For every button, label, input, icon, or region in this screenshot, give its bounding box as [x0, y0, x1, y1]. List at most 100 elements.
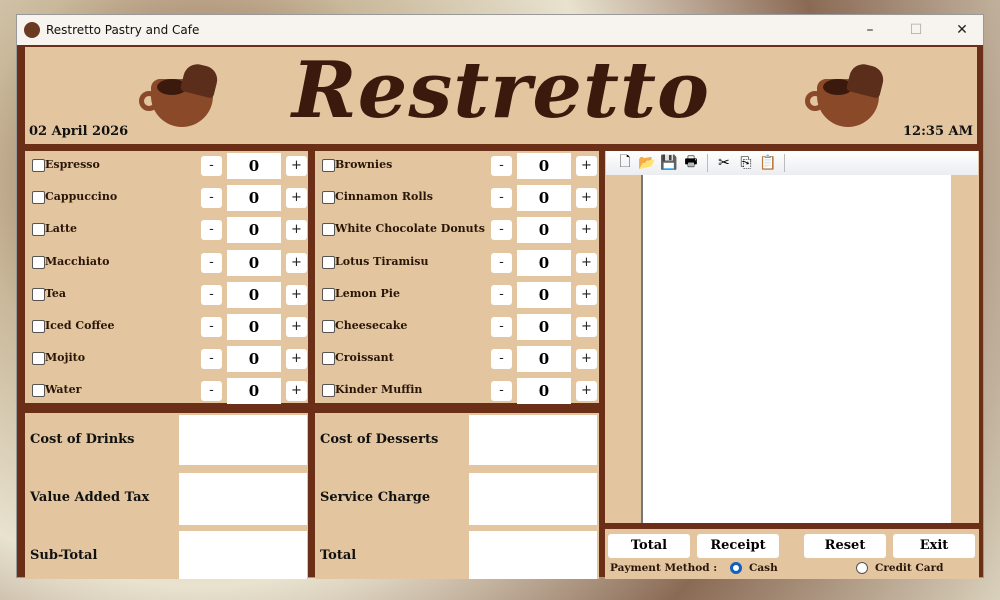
cash-radio[interactable]	[730, 562, 742, 574]
increment-button[interactable]: +	[576, 381, 597, 402]
desserts-item-row: Cinnamon Rolls -0 +	[315, 185, 599, 212]
drinks-item-checkbox[interactable]	[32, 287, 45, 301]
desserts-item-checkbox[interactable]	[322, 159, 335, 172]
increment-button[interactable]: +	[286, 349, 307, 370]
app-window: Restretto Pastry and Cafe – ☐ ✕ Restrett…	[16, 14, 985, 579]
decrement-button[interactable]: -	[491, 284, 512, 305]
desserts-item-checkbox[interactable]	[322, 352, 335, 366]
drinks-item-checkbox[interactable]	[32, 352, 45, 366]
quantity-field[interactable]: 0	[517, 314, 571, 340]
quantity-field[interactable]: 0	[517, 378, 571, 405]
decrement-button[interactable]: -	[201, 188, 222, 209]
quantity-field[interactable]: 0	[227, 346, 281, 373]
open-icon[interactable]: 📂	[638, 154, 656, 172]
minimize-button[interactable]: –	[847, 15, 893, 45]
quantity-field[interactable]: 0	[227, 217, 281, 244]
drinks-item-row: Tea -0 +	[25, 281, 308, 308]
desserts-item-row: Kinder Muffin -0 +	[315, 378, 599, 405]
close-button[interactable]: ✕	[939, 15, 985, 45]
drinks-item-checkbox[interactable]	[32, 159, 45, 172]
decrement-button[interactable]: -	[201, 156, 222, 176]
paste-icon[interactable]: 📋	[759, 154, 777, 172]
decrement-button[interactable]: -	[201, 381, 222, 402]
copy-icon[interactable]: ⎘	[737, 154, 755, 172]
desserts-item-checkbox[interactable]	[322, 255, 335, 269]
decrement-button[interactable]: -	[491, 349, 512, 370]
decrement-button[interactable]: -	[201, 349, 222, 370]
decrement-button[interactable]: -	[491, 317, 512, 337]
drinks-item-checkbox[interactable]	[32, 255, 45, 269]
desserts-item-row: Cheesecake -0 +	[315, 314, 599, 340]
decrement-button[interactable]: -	[491, 188, 512, 209]
increment-button[interactable]: +	[576, 156, 597, 176]
increment-button[interactable]: +	[576, 317, 597, 337]
decrement-button[interactable]: -	[201, 284, 222, 305]
desserts-item-checkbox[interactable]	[322, 320, 335, 333]
desserts-item-label: Lemon Pie	[335, 286, 400, 300]
receipt-textarea[interactable]	[641, 175, 951, 523]
decrement-button[interactable]: -	[491, 381, 512, 402]
toolbar-separator	[707, 154, 708, 172]
drinks-item-checkbox[interactable]	[32, 223, 45, 237]
increment-button[interactable]: +	[286, 156, 307, 176]
increment-button[interactable]: +	[286, 220, 307, 241]
receipt-button[interactable]: Receipt	[697, 534, 779, 558]
maximize-button[interactable]: ☐	[893, 15, 939, 45]
decrement-button[interactable]: -	[491, 220, 512, 241]
quantity-field[interactable]: 0	[517, 217, 571, 244]
drinks-item-checkbox[interactable]	[32, 191, 45, 205]
drinks-item-label: Macchiato	[45, 254, 110, 268]
increment-button[interactable]: +	[576, 284, 597, 305]
quantity-field[interactable]: 0	[517, 153, 571, 179]
increment-button[interactable]: +	[286, 381, 307, 402]
quantity-field[interactable]: 0	[227, 378, 281, 405]
quantity-field[interactable]: 0	[517, 346, 571, 373]
decrement-button[interactable]: -	[201, 252, 222, 273]
drinks-item-checkbox[interactable]	[32, 320, 45, 333]
decrement-button[interactable]: -	[201, 220, 222, 241]
drinks-item-checkbox[interactable]	[32, 384, 45, 398]
cost-value-field	[469, 473, 597, 525]
decrement-button[interactable]: -	[491, 156, 512, 176]
cut-icon[interactable]: ✂	[715, 154, 733, 172]
desserts-item-checkbox[interactable]	[322, 191, 335, 205]
increment-button[interactable]: +	[286, 317, 307, 337]
desserts-item-checkbox[interactable]	[322, 223, 335, 237]
drinks-item-label: Iced Coffee	[45, 319, 115, 332]
quantity-field[interactable]: 0	[227, 153, 281, 179]
increment-button[interactable]: +	[576, 349, 597, 370]
cost-value-field	[179, 531, 307, 579]
cash-label: Cash	[749, 562, 778, 574]
save-icon[interactable]: 💾	[660, 154, 678, 172]
new-icon[interactable]: 🗋	[616, 154, 634, 172]
print-icon[interactable]: 🖶	[682, 154, 700, 172]
quantity-field[interactable]: 0	[517, 185, 571, 212]
quantity-field[interactable]: 0	[517, 281, 571, 308]
credit-card-radio[interactable]	[856, 562, 868, 574]
quantity-field[interactable]: 0	[227, 281, 281, 308]
reset-button[interactable]: Reset	[804, 534, 886, 558]
desserts-item-checkbox[interactable]	[322, 384, 335, 398]
quantity-field[interactable]: 0	[517, 249, 571, 276]
drinks-cost-panel: Cost of Drinks Value Added Tax Sub-Total	[25, 413, 308, 579]
decrement-button[interactable]: -	[201, 317, 222, 337]
desserts-item-checkbox[interactable]	[322, 287, 335, 301]
increment-button[interactable]: +	[576, 188, 597, 209]
increment-button[interactable]: +	[286, 284, 307, 305]
increment-button[interactable]: +	[576, 220, 597, 241]
quantity-field[interactable]: 0	[227, 185, 281, 212]
quantity-field[interactable]: 0	[227, 314, 281, 340]
desserts-cost-panel: Cost of Desserts Service Charge Total	[315, 413, 599, 579]
header-panel: Restretto 02 April 2026 12:35 AM	[25, 45, 977, 144]
drinks-item-row: Macchiato -0 +	[25, 249, 308, 276]
increment-button[interactable]: +	[286, 188, 307, 209]
total-button[interactable]: Total	[608, 534, 690, 558]
date-label: 02 April 2026	[29, 124, 129, 139]
increment-button[interactable]: +	[576, 252, 597, 273]
increment-button[interactable]: +	[286, 252, 307, 273]
decrement-button[interactable]: -	[491, 252, 512, 273]
quantity-field[interactable]: 0	[227, 249, 281, 276]
drinks-item-row: Cappuccino -0 +	[25, 185, 308, 212]
exit-button[interactable]: Exit	[893, 534, 975, 558]
desserts-item-row: Lemon Pie -0 +	[315, 281, 599, 308]
